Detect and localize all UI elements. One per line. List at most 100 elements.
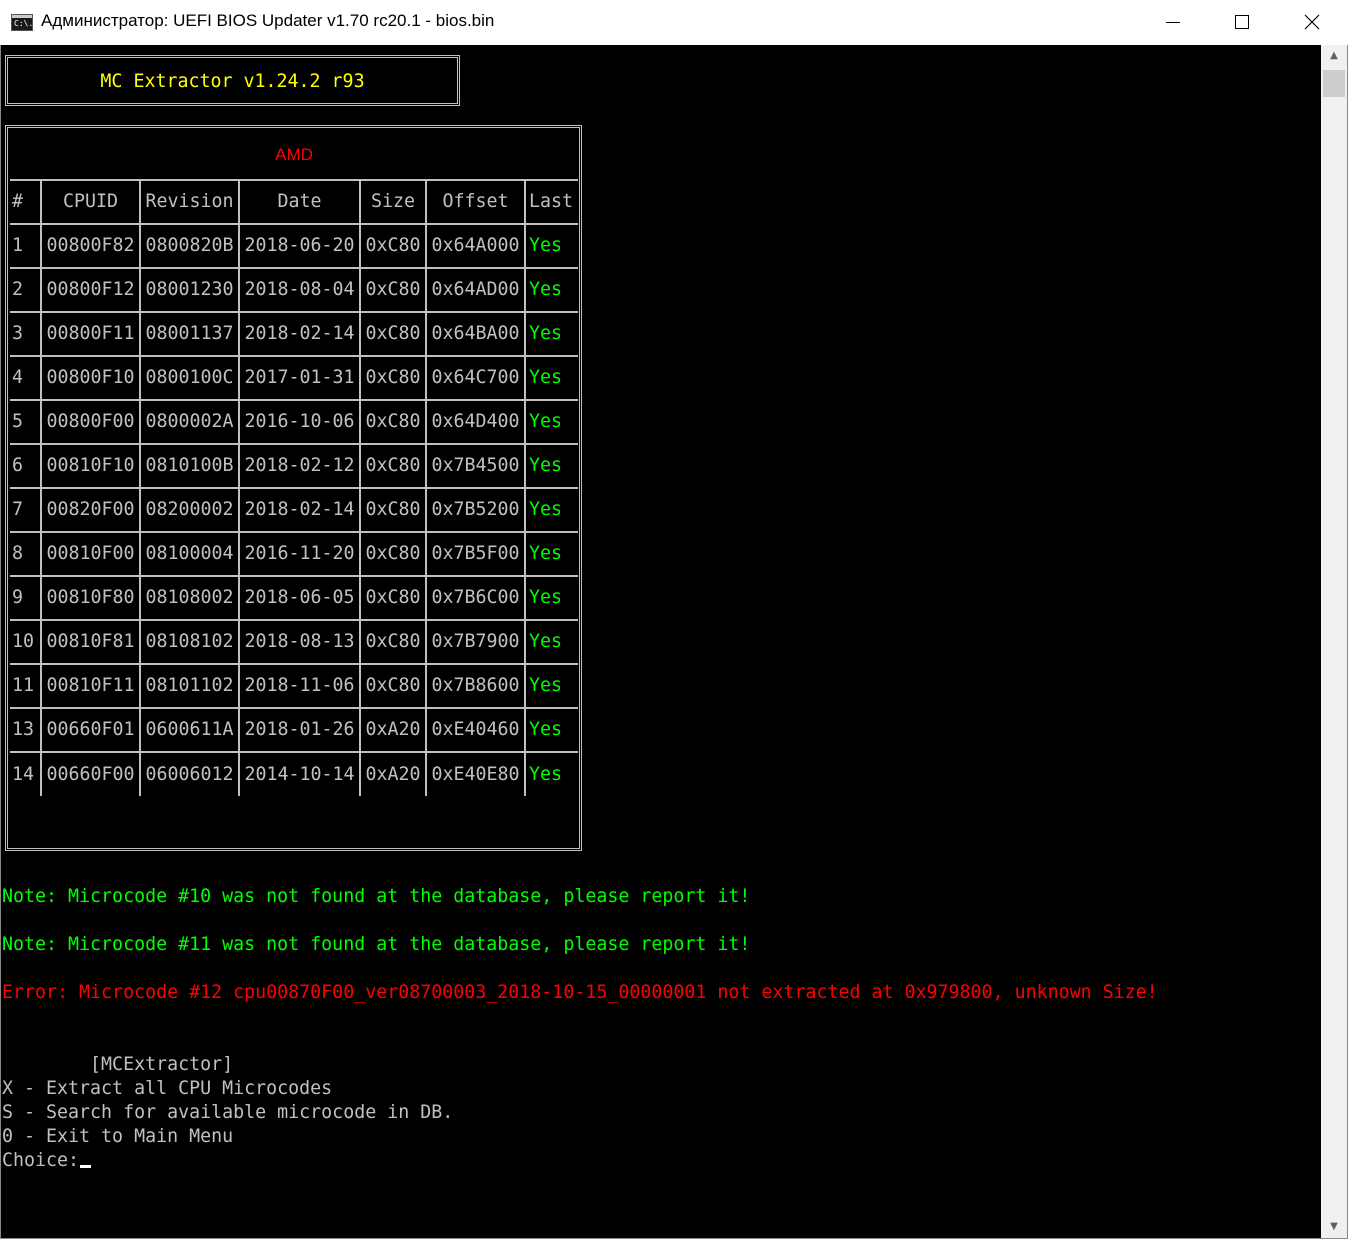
table-cell: 0x7B5F00: [425, 531, 526, 577]
table-cell: 0xA20: [359, 751, 427, 796]
table-cell: 0600611A: [139, 707, 240, 753]
console-icon[interactable]: C:\.: [11, 14, 33, 31]
menu-item-exit: 0 - Exit to Main Menu: [2, 1126, 234, 1147]
table-cell: Yes: [524, 619, 578, 665]
table-cell: 0xC80: [359, 267, 427, 313]
column-header: #: [10, 179, 42, 225]
microcode-table: AMD # CPUID Revision Date Size Offset Last 1 0080…: [10, 130, 578, 796]
table-cell: 10: [10, 619, 42, 665]
table-cell: 08101102: [139, 663, 240, 709]
table-cell: Yes: [524, 267, 578, 313]
table-cell: 2: [10, 267, 42, 313]
scroll-down-icon[interactable]: ▼: [1321, 1216, 1347, 1238]
table-cell: 00800F12: [40, 267, 141, 313]
window-title: Администратор: UEFI BIOS Updater v1.70 r…: [41, 11, 495, 30]
table-cell: 0810100B: [139, 443, 240, 489]
table-cell: 0x64AD00: [425, 267, 526, 313]
table-cell: 0xC80: [359, 355, 427, 401]
header-box: MC Extractor v1.24.2 r93: [5, 55, 460, 106]
scroll-up-icon[interactable]: ▲: [1321, 45, 1347, 67]
column-header: Date: [238, 179, 361, 225]
scrollbar-thumb[interactable]: [1323, 70, 1345, 97]
table-cell: 11: [10, 663, 42, 709]
vertical-scrollbar[interactable]: ▲ ▼: [1321, 45, 1347, 1238]
table-row: 2 00800F12 08001230 2018-08-04 0xC80 0x64AD00…: [10, 267, 578, 313]
table-cell: 9: [10, 575, 42, 621]
column-header: Size: [359, 179, 427, 225]
table-cell: 0x64A000: [425, 223, 526, 269]
menu-item-extract: X - Extract all CPU Microcodes: [2, 1078, 333, 1099]
table-cell: 2017-01-31: [238, 355, 361, 401]
table-row: 1 00800F82 0800820B 2018-06-20 0xC80 0x64A000…: [10, 223, 578, 269]
table-cell: 0800002A: [139, 399, 240, 445]
title-bar[interactable]: C:\. Администратор: UEFI BIOS Updater v1…: [0, 0, 1348, 45]
table-cell: 3: [10, 311, 42, 357]
table-cell: 2018-02-14: [238, 311, 361, 357]
choice-prompt-line[interactable]: Choice:: [2, 1150, 92, 1171]
table-cell: 4: [10, 355, 42, 401]
table-cell: 00800F10: [40, 355, 141, 401]
table-cell: 00820F00: [40, 487, 141, 533]
table-row: 10 00810F81 08108102 2018-08-13 0xC80 0x7B790…: [10, 619, 578, 665]
column-header: Revision: [139, 179, 240, 225]
table-cell: 0800820B: [139, 223, 240, 269]
table-row: 9 00810F80 08108002 2018-06-05 0xC80 0x7B6C00…: [10, 575, 578, 621]
minimize-button[interactable]: [1150, 0, 1196, 45]
table-cell: 2014-10-14: [238, 751, 361, 796]
maximize-icon: [1235, 15, 1249, 29]
table-cell: 08108102: [139, 619, 240, 665]
table-cell: 00810F81: [40, 619, 141, 665]
table-cell: 2018-08-04: [238, 267, 361, 313]
table-row: 5 00800F00 0800002A 2016-10-06 0xC80 0x64D400…: [10, 399, 578, 445]
table-cell: 0xA20: [359, 707, 427, 753]
table-cell: 0x64BA00: [425, 311, 526, 357]
table-cell: 0xC80: [359, 575, 427, 621]
table-cell: 0xC80: [359, 311, 427, 357]
menu-title: [MCExtractor]: [2, 1054, 234, 1075]
table-cell: 00810F10: [40, 443, 141, 489]
console-area[interactable]: MC Extractor v1.24.2 r93 AMD # CPUID Revisi…: [1, 45, 1321, 1238]
table-row: 14 00660F00 06006012 2014-10-14 0xA20 0xE40E8…: [10, 751, 578, 796]
table-cell: 2018-02-12: [238, 443, 361, 489]
table-cell: 0x64C700: [425, 355, 526, 401]
note-line: Note: Microcode #10 was not found at the…: [2, 886, 751, 907]
table-cell: 0xC80: [359, 619, 427, 665]
table-cell: 0xC80: [359, 399, 427, 445]
table-cell: 0xC80: [359, 663, 427, 709]
table-cell: 0xE40E80: [425, 751, 526, 796]
table-cell: 0x7B7900: [425, 619, 526, 665]
table-cell: 2018-06-20: [238, 223, 361, 269]
table-cell: 0x7B5200: [425, 487, 526, 533]
table-cell: Yes: [524, 223, 578, 269]
table-cell: 7: [10, 487, 42, 533]
table-cell: 00810F11: [40, 663, 141, 709]
table-cell: 08100004: [139, 531, 240, 577]
table-cell: 2018-01-26: [238, 707, 361, 753]
table-cell: 06006012: [139, 751, 240, 796]
close-button[interactable]: [1289, 0, 1335, 45]
column-header: Offset: [425, 179, 526, 225]
table-cell: 2016-11-20: [238, 531, 361, 577]
table-title: AMD: [10, 130, 578, 181]
table-cell: 00810F80: [40, 575, 141, 621]
table-cell: 2018-06-05: [238, 575, 361, 621]
table-cell: 1: [10, 223, 42, 269]
table-cell: 08108002: [139, 575, 240, 621]
table-cell: Yes: [524, 531, 578, 577]
note-line: Note: Microcode #11 was not found at the…: [2, 934, 751, 955]
table-cell: 0xE40460: [425, 707, 526, 753]
console-icon-text: C:\.: [14, 19, 34, 28]
close-icon: [1304, 14, 1320, 30]
table-cell: 13: [10, 707, 42, 753]
table-cell: 0xC80: [359, 443, 427, 489]
table-cell: 8: [10, 531, 42, 577]
column-header: Last: [524, 179, 578, 225]
table-cell: 0x7B4500: [425, 443, 526, 489]
maximize-button[interactable]: [1219, 0, 1265, 45]
table-cell: Yes: [524, 663, 578, 709]
error-line: Error: Microcode #12 cpu00870F00_ver0870…: [2, 982, 1158, 1003]
choice-prompt: Choice:: [2, 1150, 80, 1171]
table-cell: Yes: [524, 399, 578, 445]
microcode-table-frame: AMD # CPUID Revision Date Size Offset Last 1 0080…: [5, 125, 582, 851]
table-cell: 0xC80: [359, 531, 427, 577]
